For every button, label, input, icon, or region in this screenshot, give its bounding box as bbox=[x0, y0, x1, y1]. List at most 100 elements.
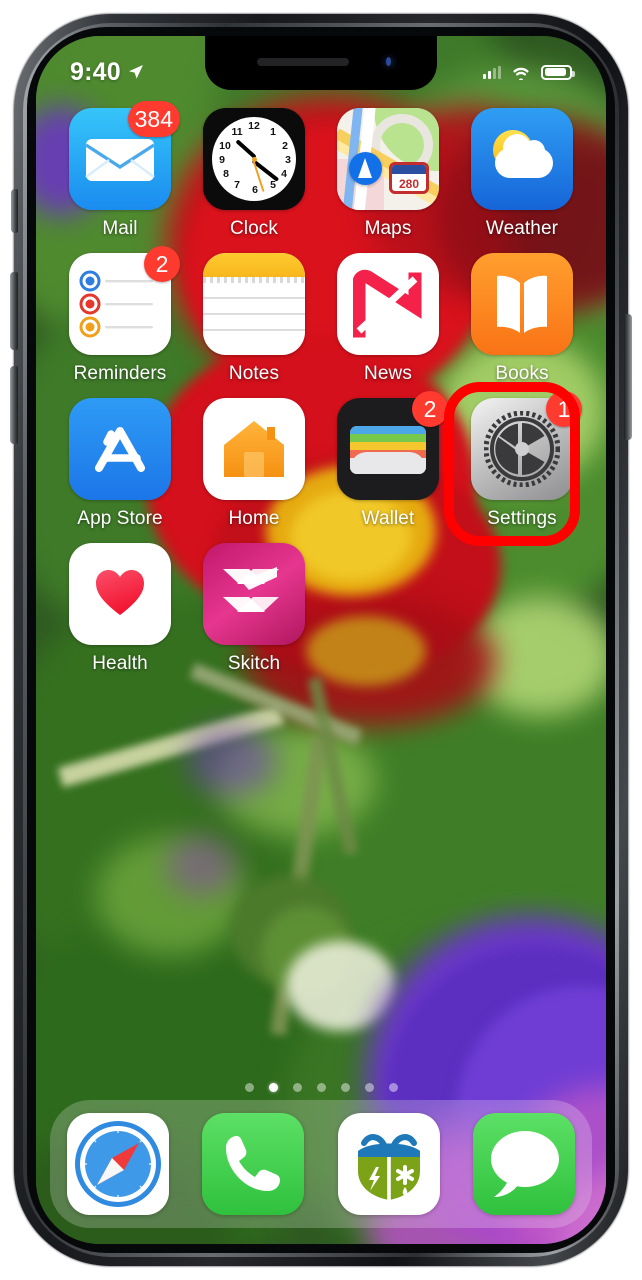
app-row: App Store Home 2 Wallet 1 Settings bbox=[58, 391, 584, 530]
app-icon-news[interactable]: News bbox=[326, 253, 450, 385]
power-side-button[interactable] bbox=[624, 314, 632, 440]
page-dot[interactable] bbox=[340, 1083, 350, 1092]
app-icon-home[interactable]: Home bbox=[192, 398, 316, 530]
icon-wrap bbox=[471, 253, 573, 355]
icon-wrap bbox=[69, 543, 171, 645]
mute-switch-button[interactable] bbox=[11, 189, 18, 233]
page-dot[interactable] bbox=[292, 1083, 302, 1092]
highway-shield: 280 bbox=[389, 162, 429, 194]
highway-number: 280 bbox=[398, 177, 420, 191]
app-label: Mail bbox=[102, 218, 138, 239]
icon-wrap: 384 bbox=[69, 101, 180, 210]
notch bbox=[205, 36, 437, 90]
icon-wrap bbox=[471, 108, 573, 210]
news-icon bbox=[337, 253, 439, 355]
device-frame: 9:40 384 Mail 12 1 2 3 4 5 6 7 8 9 10 11… bbox=[10, 14, 632, 1266]
icon-wrap bbox=[203, 398, 305, 500]
app-row: 384 Mail 12 1 2 3 4 5 6 7 8 9 10 11 Cloc… bbox=[58, 101, 584, 240]
phone-icon[interactable] bbox=[202, 1113, 305, 1215]
badge-settings: 1 bbox=[546, 391, 582, 427]
app-label: Notes bbox=[228, 363, 280, 384]
app-label: Wallet bbox=[361, 508, 415, 529]
app-label: Health bbox=[92, 653, 148, 674]
status-time: 9:40 bbox=[70, 57, 121, 86]
page-dot[interactable] bbox=[364, 1083, 374, 1092]
app-icon-maps[interactable]: 280 Maps bbox=[326, 108, 450, 240]
clock-numeral: 6 bbox=[252, 184, 258, 196]
location-arrow-icon bbox=[128, 65, 143, 79]
clock-numeral: 1 bbox=[270, 126, 276, 138]
maps-navigation-arrow-icon bbox=[349, 152, 382, 185]
app-label: Weather bbox=[485, 218, 559, 239]
clock-icon: 12 1 2 3 4 5 6 7 8 9 10 11 bbox=[203, 108, 305, 210]
clock-center-pin bbox=[251, 156, 257, 162]
maps-icon: 280 bbox=[337, 108, 439, 210]
clock-numeral: 4 bbox=[281, 168, 287, 180]
page-indicator[interactable] bbox=[36, 1083, 606, 1092]
volume-up-button[interactable] bbox=[10, 272, 18, 350]
app-label: App Store bbox=[77, 508, 163, 529]
battery-icon bbox=[541, 64, 575, 80]
app-icon-reminders[interactable]: 2 Reminders bbox=[58, 246, 182, 385]
notes-icon bbox=[203, 253, 305, 355]
dock bbox=[50, 1100, 592, 1228]
app-icon-weather[interactable]: Weather bbox=[460, 108, 584, 240]
app-label: Skitch bbox=[227, 653, 281, 674]
icon-wrap: 2 bbox=[69, 246, 180, 355]
app-row: 2 Reminders Notes News Books bbox=[58, 246, 584, 385]
app-icon-app-store[interactable]: App Store bbox=[58, 398, 182, 530]
app-grid: 384 Mail 12 1 2 3 4 5 6 7 8 9 10 11 Cloc… bbox=[36, 101, 606, 688]
app-icon-clock[interactable]: 12 1 2 3 4 5 6 7 8 9 10 11 Clock bbox=[192, 108, 316, 240]
clock-numeral: 2 bbox=[282, 140, 288, 152]
cellular-signal-icon bbox=[483, 65, 501, 79]
icon-wrap bbox=[203, 253, 305, 355]
app-cell-empty bbox=[326, 543, 450, 675]
app-store-icon bbox=[69, 398, 171, 500]
app-label: News bbox=[364, 363, 412, 384]
clock-numeral: 10 bbox=[219, 140, 231, 152]
app-label: Reminders bbox=[73, 363, 167, 384]
app-icon-skitch[interactable]: Skitch bbox=[192, 543, 316, 675]
app-label: Books bbox=[495, 363, 549, 384]
icon-wrap: 280 bbox=[337, 108, 439, 210]
status-bar-left: 9:40 bbox=[70, 58, 144, 87]
app-label: Clock bbox=[229, 218, 278, 239]
status-bar-right bbox=[483, 64, 575, 80]
weather-icon bbox=[471, 108, 573, 210]
icon-wrap bbox=[203, 543, 305, 645]
app-icon-mail[interactable]: 384 Mail bbox=[58, 101, 182, 240]
clock-numeral: 11 bbox=[231, 126, 243, 138]
clock-numeral: 9 bbox=[219, 154, 225, 166]
app-icon-notes[interactable]: Notes bbox=[192, 253, 316, 385]
earpiece-speaker bbox=[257, 58, 349, 66]
app-cell-empty bbox=[460, 543, 584, 675]
page-dot-active[interactable] bbox=[268, 1083, 278, 1092]
messages-icon[interactable] bbox=[473, 1113, 576, 1215]
clock-numeral: 12 bbox=[248, 120, 260, 132]
clock-face: 12 1 2 3 4 5 6 7 8 9 10 11 bbox=[212, 117, 296, 201]
clock-numeral: 7 bbox=[234, 179, 240, 191]
skitch-icon bbox=[203, 543, 305, 645]
app-icon-health[interactable]: Health bbox=[58, 543, 182, 675]
icon-wrap bbox=[337, 253, 439, 355]
phone-screen: 9:40 384 Mail 12 1 2 3 4 5 6 7 8 9 10 11… bbox=[36, 36, 606, 1244]
front-camera bbox=[381, 54, 397, 70]
app-icon-wallet[interactable]: 2 Wallet bbox=[326, 391, 450, 530]
weatherbug-icon[interactable] bbox=[337, 1113, 440, 1215]
app-label: Maps bbox=[364, 218, 412, 239]
badge-wallet: 2 bbox=[412, 391, 448, 427]
page-dot[interactable] bbox=[244, 1083, 254, 1092]
icon-wrap: 12 1 2 3 4 5 6 7 8 9 10 11 bbox=[203, 108, 305, 210]
page-dot[interactable] bbox=[316, 1083, 326, 1092]
badge-reminders: 2 bbox=[144, 246, 180, 282]
app-icon-settings[interactable]: 1 Settings bbox=[460, 391, 584, 530]
clock-numeral: 8 bbox=[223, 168, 229, 180]
safari-icon[interactable] bbox=[66, 1113, 169, 1215]
wifi-icon bbox=[513, 67, 529, 80]
home-icon bbox=[203, 398, 305, 500]
app-label: Settings bbox=[487, 508, 557, 529]
page-dot[interactable] bbox=[388, 1083, 398, 1092]
volume-down-button[interactable] bbox=[10, 366, 18, 444]
app-icon-books[interactable]: Books bbox=[460, 253, 584, 385]
app-label: Home bbox=[228, 508, 280, 529]
